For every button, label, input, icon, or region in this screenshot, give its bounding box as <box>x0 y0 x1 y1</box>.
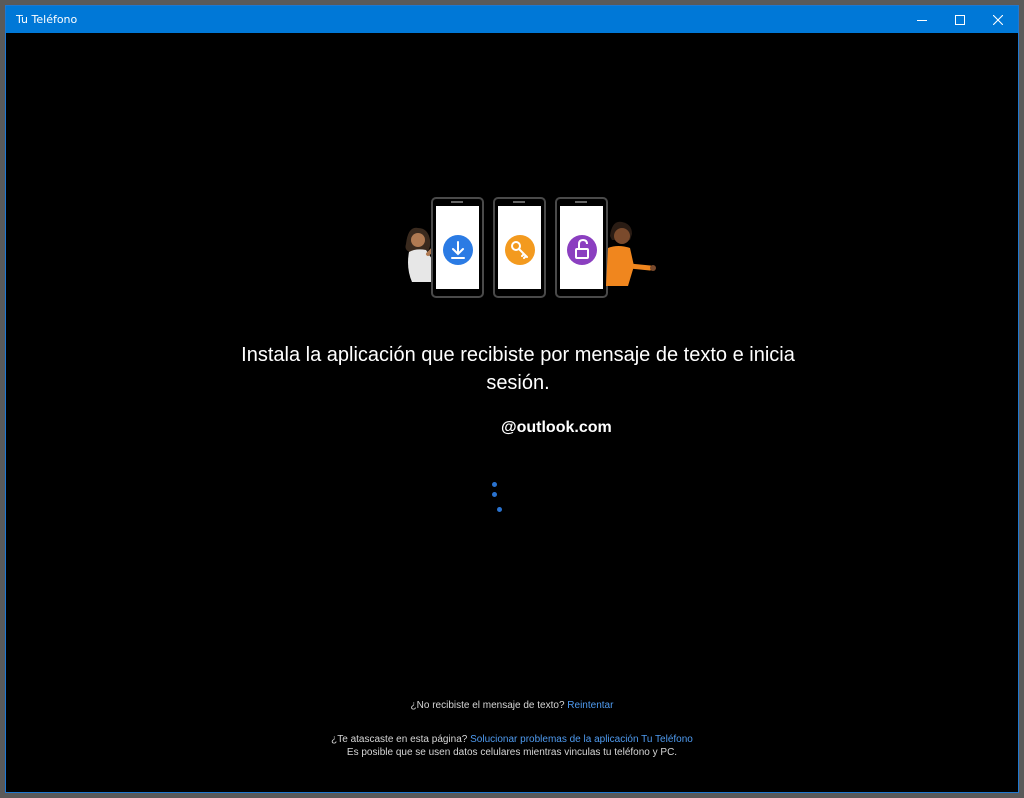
man-character-icon <box>606 221 656 286</box>
window-title: Tu Teléfono <box>16 13 78 26</box>
retry-link[interactable]: Reintentar <box>567 700 613 711</box>
phones-illustration <box>405 197 656 298</box>
close-button[interactable] <box>979 6 1017 33</box>
minimize-button[interactable] <box>903 6 941 33</box>
troubleshoot-link[interactable]: Solucionar problemas de la aplicación Tu… <box>470 734 693 745</box>
stuck-question: ¿Te atascaste en esta página? <box>331 734 468 745</box>
account-email: @outlook.com <box>401 417 612 439</box>
loading-spinner <box>490 482 510 522</box>
install-instruction-heading: Instala la aplicación que recibiste por … <box>241 344 795 394</box>
app-window: Tu Teléfono Instala la aplicación que re… <box>5 5 1019 793</box>
maximize-button[interactable] <box>941 6 979 33</box>
troubleshoot-row: ¿Te atascaste en esta página? Solucionar… <box>6 733 1018 746</box>
resend-row: ¿No recibiste el mensaje de texto? Reint… <box>6 699 1018 712</box>
title-bar[interactable]: Tu Teléfono <box>6 6 1018 33</box>
redacted-username <box>401 420 501 436</box>
data-notice: Es posible que se usen datos celulares m… <box>346 747 678 758</box>
no-text-question: ¿No recibiste el mensaje de texto? <box>410 700 565 711</box>
phone-unlock <box>555 197 608 298</box>
phone-key <box>493 197 546 298</box>
email-domain: @outlook.com <box>501 419 612 436</box>
maximize-icon <box>955 14 965 25</box>
close-icon <box>993 14 1003 25</box>
phone-download <box>431 197 484 298</box>
minimize-icon <box>917 19 927 21</box>
